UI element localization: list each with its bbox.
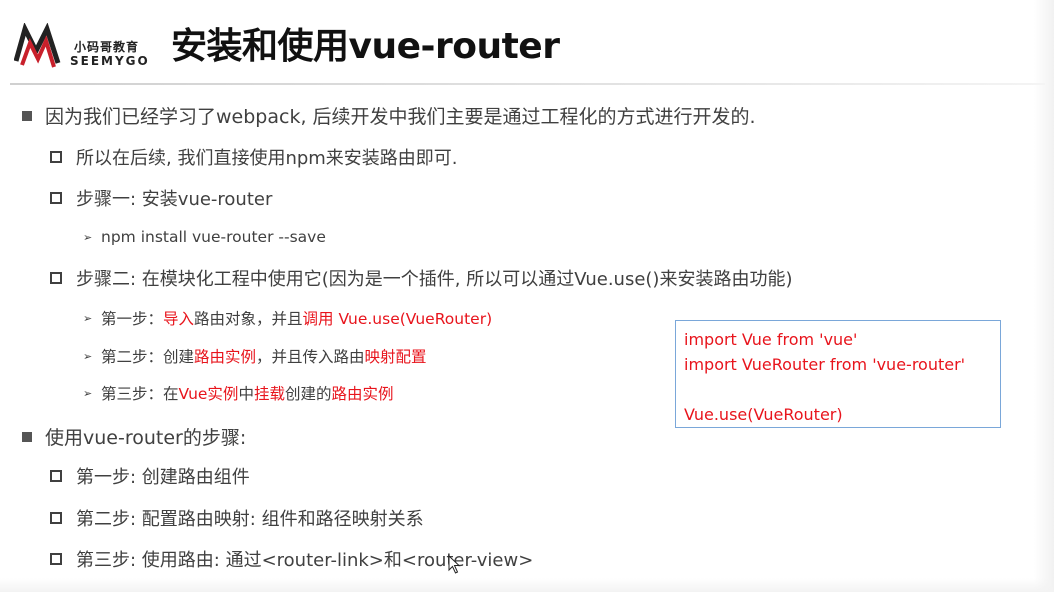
seemygo-logo: 小码哥教育 SEEMYGO [14,23,164,71]
highlight-text: 挂载 [253,385,285,403]
bullet-usage-steps: 使用vue-router的步骤: [22,423,246,450]
arrow-bullet-icon: ➢ [83,311,93,325]
sub-bullet-npm: 所以在后续, 我们直接使用npm来安装路由即可. [50,144,458,170]
sub-bullet-step-one: 步骤一: 安装vue-router [50,185,272,211]
highlight-text: 映射配置 [364,348,427,366]
step-text: 第二步：创建 [101,348,195,366]
square-bullet-icon [22,110,32,121]
step-import-router: ➢ 第一步： 导入 路由对象，并且 调用 Vue.use(VueRouter) [83,307,492,329]
bullet-text: 使用vue-router的步骤: [45,427,247,449]
bullet-text: 第三步: 使用路由: 通过<router-link>和<router-view> [76,550,534,571]
logo-text-cn: 小码哥教育 [74,40,140,54]
code-line: import VueRouter from 'vue-router' [684,355,966,374]
arrow-bullet-icon: ➢ [83,230,93,244]
bottom-edge-shade [0,578,1054,592]
logo-text-en: SEEMYGO [70,54,150,68]
right-edge-shade [1034,0,1054,592]
bullet-text: 第一步: 创建路由组件 [76,467,250,488]
step-text: ，并且传入路由 [256,348,365,366]
hollow-square-bullet-icon [50,272,62,284]
sub-bullet-step-two: 步骤二: 在模块化工程中使用它(因为是一个插件, 所以可以通过Vue.use()… [50,265,792,291]
highlight-text: 导入 [163,310,195,328]
code-line: import Vue from 'vue' [684,330,858,349]
step-mount-router: ➢ 第三步：在 Vue实例中挂载 创建的 路由实例 [83,382,394,404]
bullet-text: 所以在后续, 我们直接使用npm来安装路由即可. [76,148,458,169]
highlight-text: 调用 Vue.use(VueRouter) [302,310,493,328]
code-line: Vue.use(VueRouter) [684,405,843,424]
step-text: 第一步： [101,310,164,328]
step-text: 中 [238,385,254,403]
usage-step-one: 第一步: 创建路由组件 [50,463,250,489]
square-bullet-icon [22,431,32,442]
title-divider [10,83,1045,85]
hollow-square-bullet-icon [50,512,62,524]
bullet-text: 步骤二: 在模块化工程中使用它(因为是一个插件, 所以可以通过Vue.use()… [76,269,793,290]
bullet-text: npm install vue-router --save [101,228,326,246]
bullet-text: 第二步: 配置路由映射: 组件和路径映射关系 [76,509,424,530]
page-title: 安装和使用vue-router [171,26,560,67]
bullet-text: 步骤一: 安装vue-router [76,189,273,210]
code-snippet-box: import Vue from 'vue' import VueRouter f… [675,320,1001,428]
highlight-text: 路由实例 [331,385,394,403]
arrow-bullet-icon: ➢ [83,386,93,400]
hollow-square-bullet-icon [50,151,62,163]
step-text: 创建的 [284,385,332,403]
bullet-text: 因为我们已经学习了webpack, 后续开发中我们主要是通过工程化的方式进行开发… [45,106,756,128]
highlight-text: 路由实例 [194,348,257,366]
hollow-square-bullet-icon [50,192,62,204]
bullet-webpack: 因为我们已经学习了webpack, 后续开发中我们主要是通过工程化的方式进行开发… [22,102,756,129]
highlight-text: Vue实例 [178,385,239,403]
npm-command-item: ➢ npm install vue-router --save [83,228,326,246]
step-text: 路由对象，并且 [194,310,303,328]
hollow-square-bullet-icon [50,553,62,565]
mouse-cursor-icon [448,555,461,574]
step-create-router: ➢ 第二步：创建 路由实例 ，并且传入路由 映射配置 [83,345,427,367]
logo-mark-icon [14,23,61,68]
usage-step-two: 第二步: 配置路由映射: 组件和路径映射关系 [50,505,424,531]
step-text: 第三步：在 [101,385,179,403]
hollow-square-bullet-icon [50,470,62,482]
arrow-bullet-icon: ➢ [83,349,93,363]
